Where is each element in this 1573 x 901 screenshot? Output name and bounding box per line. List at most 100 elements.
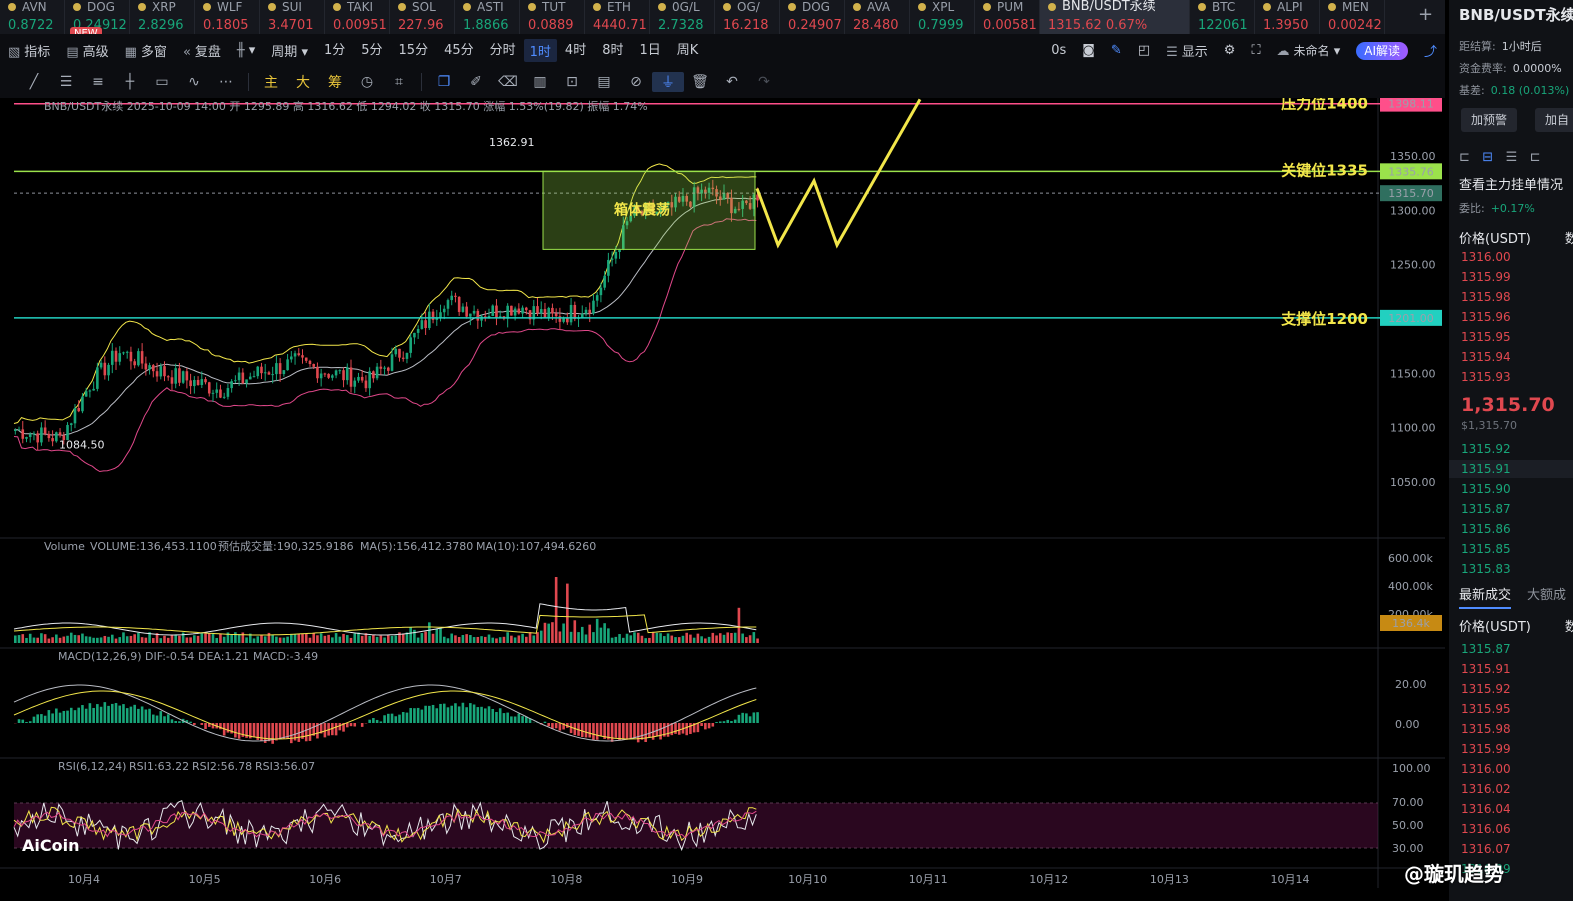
volume-bar [114, 638, 118, 643]
interval-tab[interactable]: 1日 [631, 39, 668, 62]
main-tool[interactable]: 主 [255, 72, 287, 92]
orderbook-title[interactable]: 查看主力挂单情况 [1459, 174, 1563, 193]
ticker-item[interactable]: BTC 122061 [1190, 0, 1255, 34]
horizontal-line-icon[interactable]: ┼ [114, 74, 146, 90]
add-ticker-icon[interactable]: + [1418, 4, 1433, 25]
add-favorite-button[interactable]: 加自 [1535, 108, 1573, 132]
chart-type-button[interactable]: ╫ ▾ [229, 43, 263, 58]
copy-icon[interactable]: ❐ [428, 74, 460, 90]
line-tool-icon[interactable]: ╱ [18, 74, 50, 90]
macd-bar [461, 702, 465, 723]
cloud-save-button[interactable]: ☁ 未命名 ▾ [1269, 42, 1349, 59]
more-icon[interactable]: ⋯ [210, 74, 242, 90]
window-icon[interactable]: ◰ [1130, 43, 1158, 58]
macd-bar [148, 708, 151, 723]
bars-icon[interactable]: ▥ [524, 74, 556, 90]
tab-latest-trades[interactable]: 最新成交 [1459, 588, 1512, 609]
share-icon[interactable]: ⤴ [1416, 41, 1445, 60]
tab-big-trades[interactable]: 大额成 [1527, 588, 1566, 603]
split-view-icon[interactable]: ⊟ [1482, 150, 1493, 165]
macd-bar [47, 710, 51, 723]
ai-button[interactable]: AI解读 [1348, 41, 1416, 60]
interval-tab[interactable]: 分时 [482, 39, 524, 62]
wave-icon[interactable]: ∿ [178, 74, 210, 90]
orderbook-row[interactable]: 1315.85 [1461, 542, 1511, 556]
orderbook-row[interactable]: 1315.96 [1461, 310, 1511, 324]
ticker-item[interactable]: SOL 227.96 [390, 0, 455, 34]
advanced-button[interactable]: ▤ 高级 [58, 41, 116, 60]
ticker-item[interactable]: XRP 2.8296 [130, 0, 195, 34]
ticker-item[interactable]: PUM 0.00581 [975, 0, 1040, 34]
indicator-button[interactable]: ▧ 指标 [0, 41, 58, 60]
fib-lines-icon[interactable]: ≡ [82, 74, 114, 90]
ticker-item[interactable]: ETH 4440.71 [585, 0, 650, 34]
orderbook-row[interactable]: 1315.87 [1461, 502, 1511, 516]
settings-icon[interactable]: ⚙ [1216, 43, 1244, 58]
clock-icon[interactable]: ◷ [351, 74, 383, 90]
tag-icon[interactable]: ⌗ [383, 74, 415, 90]
parallel-lines-icon[interactable]: ☰ [50, 74, 82, 90]
ticker-item[interactable]: MEN 0.00242 [1320, 0, 1385, 34]
big-tool[interactable]: 大 [287, 72, 319, 92]
add-alert-button[interactable]: 加预警 [1461, 108, 1518, 132]
ticker-item[interactable]: TUT 0.0889 [520, 0, 585, 34]
ticker-item[interactable]: 0G/L 2.7328 [650, 0, 715, 34]
rectangle-icon[interactable]: ▭ [146, 74, 178, 90]
ticker-item[interactable]: DOG 0.24907 [780, 0, 845, 34]
ticker-item[interactable]: BNB/USDT永续 1315.62 0.67% [1040, 0, 1190, 34]
replay-button[interactable]: «复盘 [175, 41, 229, 60]
ticker-item[interactable]: TAKI 0.00951 [325, 0, 390, 34]
trash-icon[interactable]: 🗑 [684, 74, 716, 90]
grid-icon: ▦ [124, 44, 137, 60]
macd-bar [84, 708, 88, 723]
filter-icon[interactable]: ⏚ [652, 72, 684, 92]
pencil-icon[interactable]: ✐ [460, 74, 492, 90]
volume-bar [286, 636, 289, 643]
ticker-item[interactable]: ASTI 1.8866 [455, 0, 520, 34]
orderbook-row[interactable]: 1315.98 [1461, 290, 1511, 304]
ticker-item[interactable]: AVA 28.480 [845, 0, 910, 34]
fullscreen-icon[interactable]: ⛶ [1243, 43, 1268, 58]
orderbook-row[interactable]: 1315.90 [1461, 482, 1511, 496]
orderbook-row[interactable]: 1316.00 [1461, 250, 1511, 264]
ticker-item[interactable]: SUI 3.4701 [260, 0, 325, 34]
multi-window-button[interactable]: ▦ 多窗 [117, 41, 175, 60]
volume-bar [222, 636, 226, 643]
ticker-item[interactable]: ALPI 1.3950 [1255, 0, 1320, 34]
interval-tab[interactable]: 45分 [436, 39, 482, 62]
interval-tab[interactable]: 1时 [523, 38, 557, 62]
ticker-item[interactable]: WLF 0.1805 [195, 0, 260, 34]
eraser-icon[interactable]: ⌫ [492, 74, 524, 90]
period-dropdown[interactable]: 周期 ▾ [263, 41, 316, 60]
lock-icon[interactable]: ⊡ [556, 74, 588, 90]
pen-icon[interactable]: ✎ [1103, 43, 1130, 58]
ticker-item[interactable]: XPL 0.7999 [910, 0, 975, 34]
interval-tab[interactable]: 1分 [316, 39, 353, 62]
ticker-item[interactable]: OG/16.218 [715, 0, 780, 34]
display-button[interactable]: ☰ 显示 [1158, 41, 1216, 60]
orderbook-row[interactable]: 1315.91 [1461, 462, 1511, 476]
orderbook-view-icons[interactable]: ⊏ ⊟ ☰ ⊏ [1459, 150, 1541, 165]
redo-icon[interactable]: ↷ [748, 74, 780, 90]
camera-icon[interactable]: ◙ [1074, 43, 1103, 58]
orderbook-row[interactable]: 1315.86 [1461, 522, 1511, 536]
orderbook-row[interactable]: 1315.83 [1461, 562, 1511, 576]
interval-tab[interactable]: 8时 [594, 39, 631, 62]
ticker-item[interactable]: AVN 0.8722 [0, 0, 65, 34]
chip-tool[interactable]: 筹 [319, 72, 351, 92]
volume-bar [483, 636, 487, 643]
orderbook-row[interactable]: 1315.92 [1461, 442, 1511, 456]
trades-tabs: 最新成交 大额成 [1459, 584, 1573, 609]
interval-tab[interactable]: 15分 [391, 39, 437, 62]
orderbook-row[interactable]: 1315.99 [1461, 270, 1511, 284]
undo-icon[interactable]: ↶ [716, 74, 748, 90]
interval-tab[interactable]: 5分 [353, 39, 390, 62]
interval-tab[interactable]: 4时 [557, 39, 594, 62]
orderbook-row[interactable]: 1315.93 [1461, 370, 1511, 384]
note-icon[interactable]: ▤ [588, 74, 620, 90]
candlestick-chart[interactable]: Volume VOLUME:136,453.1100 预估成交量:190,325.9… [0, 98, 1445, 901]
orderbook-row[interactable]: 1315.94 [1461, 350, 1511, 364]
magnet-icon[interactable]: ⊘ [620, 74, 652, 90]
orderbook-row[interactable]: 1315.95 [1461, 330, 1511, 344]
interval-tab[interactable]: 周K [669, 39, 707, 62]
